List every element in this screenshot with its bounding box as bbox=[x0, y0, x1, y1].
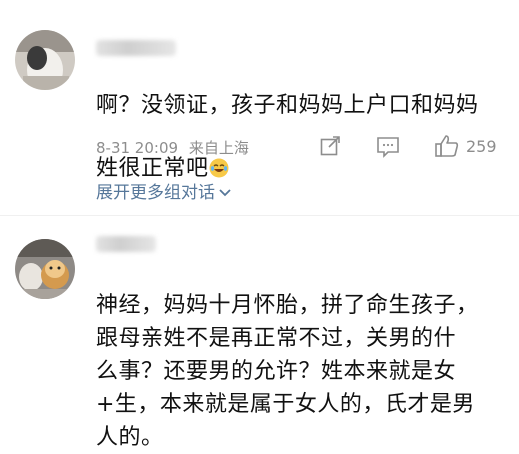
comment-text: 啊？没领证，孩子和妈妈上户口和妈妈 姓很正常吧 bbox=[96, 93, 479, 181]
avatar[interactable] bbox=[15, 30, 75, 90]
username-redacted bbox=[96, 236, 156, 252]
comment-item: 啊？没领证，孩子和妈妈上户口和妈妈 姓很正常吧 8-31 20:09 来自上海 bbox=[0, 0, 519, 215]
comment-time: 8-31 20:09 bbox=[96, 139, 179, 157]
reply-button[interactable] bbox=[376, 136, 400, 158]
comment-icon bbox=[377, 137, 399, 158]
like-count: 259 bbox=[466, 136, 497, 156]
share-button[interactable] bbox=[320, 136, 342, 156]
like-button[interactable]: 259 bbox=[434, 134, 497, 158]
comment-text: 神经，妈妈十月怀胎，拼了命生孩子， 跟母亲姓不是再正常不过，关男的什 么事？还要… bbox=[96, 293, 479, 450]
comment-item: 神经，妈妈十月怀胎，拼了命生孩子， 跟母亲姓不是再正常不过，关男的什 么事？还要… bbox=[0, 216, 519, 450]
expand-conversation-link[interactable]: 展开更多组对话 bbox=[96, 178, 232, 203]
chevron-down-icon bbox=[219, 189, 231, 197]
username-redacted bbox=[96, 40, 176, 56]
thumbs-up-icon bbox=[435, 135, 459, 157]
avatar[interactable] bbox=[15, 239, 75, 299]
comment-source: 来自上海 bbox=[188, 139, 249, 157]
share-icon bbox=[320, 136, 340, 156]
comment-meta: 8-31 20:09 来自上海 bbox=[96, 137, 249, 158]
